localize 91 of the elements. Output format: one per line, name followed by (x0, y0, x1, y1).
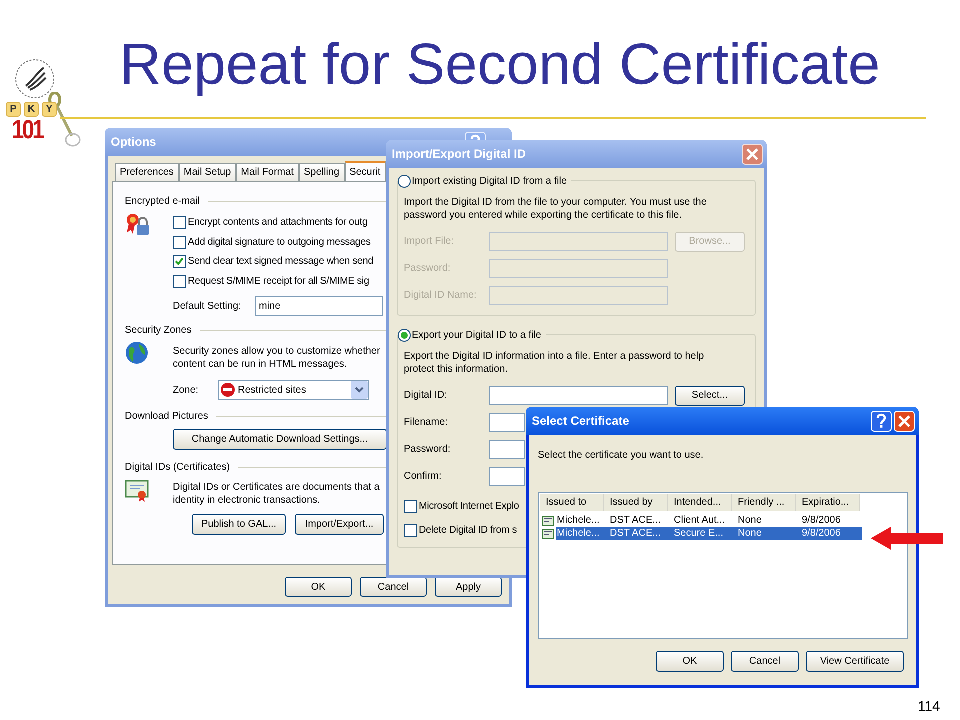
table-cell-text: Michele... (556, 527, 601, 540)
field-label: Confirm: (404, 470, 443, 484)
certificate-icon (125, 479, 151, 503)
field-label: Import File: (404, 235, 456, 249)
checkbox[interactable] (404, 500, 417, 513)
checkbox-label: Send clear text signed message when send (188, 255, 374, 270)
group-description: Export the Digital ID information into a file. Enter a password to help protect this information. (404, 350, 706, 376)
radio-label: Export your Digital ID to a file (412, 329, 542, 343)
checkbox-label: Add digital signature to outgoing messages (188, 236, 371, 250)
list-row[interactable]: Michele... DST ACE... Client Aut... None 9/8/2006 (556, 514, 862, 527)
list-row[interactable]: Michele... DST ACE... Secure E... None 9/8/2006 (556, 527, 862, 540)
dialog-button[interactable]: Publish to GAL... (192, 514, 286, 535)
dialog-button[interactable]: Import/Export... (295, 514, 384, 535)
certificate-icon (542, 528, 554, 538)
radio-button[interactable] (398, 329, 411, 342)
table-cell-text: DST ACE... (609, 527, 662, 540)
checkbox[interactable] (173, 255, 186, 268)
table-cell-text: Client Aut... (673, 514, 726, 527)
radio-button[interactable] (398, 175, 411, 188)
checkbox[interactable] (173, 216, 186, 230)
group-heading: Download Pictures (125, 410, 208, 424)
dialog-button[interactable]: OK (285, 577, 352, 597)
input-field[interactable] (489, 440, 525, 459)
no-entry-icon (221, 383, 235, 397)
group-heading: Digital IDs (Certificates) (125, 460, 230, 474)
tab[interactable]: Spelling (298, 163, 345, 181)
prompt-text: Select the certificate you want to use. (538, 449, 705, 463)
field-label: Password: (404, 262, 452, 276)
arrow-icon (871, 527, 943, 550)
dialog-button[interactable]: Apply (435, 577, 502, 597)
dialog-button[interactable]: Select... (675, 386, 745, 406)
column-header[interactable]: Issued by (604, 494, 668, 511)
checkbox[interactable] (173, 274, 186, 288)
field-label: Digital ID Name: (404, 289, 478, 303)
tab[interactable]: Mail Setup (178, 163, 236, 181)
column-header[interactable]: Issued to (540, 494, 604, 511)
group-heading: Encrypted e-mail (125, 194, 200, 208)
seal-icon (14, 58, 56, 100)
certificate-icon (542, 516, 554, 526)
table-cell-text: Michele... (556, 514, 601, 527)
letter-tile: Y (42, 102, 57, 117)
window-title: Import/Export Digital ID (392, 146, 528, 163)
column-header[interactable]: Friendly ... (732, 494, 796, 511)
dialog-button[interactable]: Cancel (731, 651, 799, 672)
key-icon (46, 92, 82, 148)
letter-tile: K (24, 102, 39, 117)
field-label: Digital ID: (404, 389, 448, 403)
zone-dropdown[interactable]: Restricted sites (218, 380, 369, 400)
column-header[interactable]: Intended... (668, 494, 732, 511)
field-label: Default Setting: (173, 300, 242, 314)
tab[interactable]: Securit (344, 161, 386, 181)
table-cell-text: DST ACE... (609, 514, 662, 527)
window-title: Select Certificate (532, 413, 630, 430)
logo-number: 101 (12, 116, 43, 144)
table-cell-text: None (737, 527, 763, 540)
group-description: Import the Digital ID from the file to your computer. You must use the password you entered while exporting the certificate to this file. (404, 196, 708, 222)
dialog-button[interactable]: OK (656, 651, 724, 672)
letter-tile: P (6, 102, 21, 117)
table-cell-text: 9/8/2006 (801, 527, 842, 540)
table-cell-text: None (737, 514, 763, 527)
field-label: Zone: (173, 384, 200, 398)
zones-description: Security zones allow you to customize whether content can be run in HTML messages. (173, 345, 380, 371)
slide-title: Repeat for Second Certificate (118, 31, 882, 99)
digital-ids-description: Digital IDs or Certificates are documents that a identity in electronic transactions. (173, 481, 380, 507)
input-field[interactable] (489, 386, 668, 405)
input-field[interactable] (489, 413, 525, 432)
globe-icon (125, 341, 149, 365)
checkbox[interactable] (173, 236, 186, 249)
dialog-button[interactable]: Cancel (360, 577, 427, 597)
download-settings-button[interactable]: Change Automatic Download Settings... (173, 429, 387, 450)
column-header[interactable]: Expiratio... (796, 494, 860, 511)
input-field[interactable] (489, 467, 525, 486)
table-cell-text: 9/8/2006 (801, 514, 842, 527)
window-title: Options (111, 134, 158, 151)
checkbox[interactable] (404, 524, 417, 537)
default-setting-field[interactable]: mine (255, 296, 383, 316)
tab[interactable]: Mail Format (236, 163, 299, 181)
table-cell-text: Secure E... (673, 527, 724, 540)
field-label: Password: (404, 443, 452, 457)
close-icon[interactable] (742, 144, 763, 164)
checkbox-label: Delete Digital ID from s (419, 524, 518, 538)
group-heading: Security Zones (125, 324, 192, 338)
dialog-button[interactable]: View Certificate (806, 651, 904, 672)
page-number: 114 (918, 697, 940, 716)
tab[interactable]: Preferences (115, 163, 179, 181)
checkbox-label: Encrypt contents and attachments for outg (188, 216, 368, 230)
checkbox-label: Microsoft Internet Explo (419, 500, 520, 514)
radio-label: Import existing Digital ID from a file (412, 175, 568, 189)
certificate-lock-icon (125, 213, 151, 237)
field-label: Filename: (404, 416, 449, 430)
checkbox-label: Request S/MIME receipt for all S/MIME sig (188, 274, 370, 289)
